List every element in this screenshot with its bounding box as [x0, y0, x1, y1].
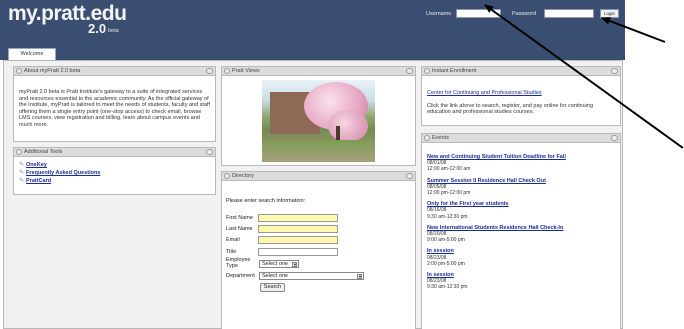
- collapse-icon[interactable]: [16, 149, 22, 155]
- collapse-icon[interactable]: [224, 68, 230, 74]
- event-item: New International Students Residence Hal…: [427, 225, 615, 244]
- event-item: In session 08/23/08 9:30 am-12:30 pm: [427, 272, 615, 291]
- about-portlet-title: About myPratt 2.0 beta: [24, 68, 81, 74]
- minimize-icon[interactable]: [406, 68, 413, 74]
- department-select[interactable]: Select one ▼: [259, 272, 364, 280]
- enrollment-portlet-titlebar: Instant Enrollment: [422, 67, 620, 76]
- campus-photo: [262, 80, 375, 162]
- department-value: Select one: [262, 273, 288, 279]
- directory-search-button[interactable]: Search: [260, 283, 285, 292]
- enrollment-portlet-title: Instant Enrollment: [432, 68, 477, 74]
- title-label: Title: [226, 249, 237, 255]
- ccps-link[interactable]: Center for Continuing and Professional S…: [427, 90, 542, 96]
- about-text: myPratt 2.0 beta is Pratt Institute's ga…: [19, 89, 210, 128]
- chevron-down-icon[interactable]: ▼: [292, 262, 297, 267]
- collapse-icon[interactable]: [424, 68, 430, 74]
- event-time: 9:00 am-5:00 pm: [427, 237, 465, 244]
- tool-link-prattcard[interactable]: PrattCard: [26, 178, 51, 184]
- tool-item: ✎ Frequently Asked Questions: [19, 169, 210, 177]
- tools-portlet-title: Additional Tools: [24, 149, 63, 155]
- pencil-icon: ✎: [19, 162, 25, 168]
- about-portlet: About myPratt 2.0 beta myPratt 2.0 beta …: [13, 66, 216, 142]
- password-input[interactable]: [544, 9, 594, 18]
- logo-beta-tag: beta: [108, 28, 119, 34]
- last-name-input[interactable]: [258, 225, 338, 233]
- employee-type-select[interactable]: Select one ▼: [259, 260, 299, 268]
- logo-version: 2.0: [88, 21, 107, 36]
- tab-welcome[interactable]: Welcome: [8, 48, 56, 60]
- event-item: New and Continuing Student Tuition Deadl…: [427, 154, 615, 173]
- pratt-views-portlet: Pratt Views: [221, 66, 416, 166]
- username-label: Username: [426, 11, 452, 17]
- minimize-icon[interactable]: [206, 68, 213, 74]
- tools-portlet-titlebar: Additional Tools: [14, 148, 215, 157]
- views-portlet-title: Pratt Views: [232, 68, 260, 74]
- event-time: 12:00 am-12:00 am: [427, 166, 471, 173]
- collapse-icon[interactable]: [224, 173, 230, 179]
- tool-item: ✎ OneKey: [19, 161, 210, 169]
- chevron-down-icon[interactable]: ▼: [357, 274, 362, 279]
- minimize-icon[interactable]: [611, 68, 618, 74]
- event-time: 9:30 am-12:30 pm: [427, 284, 468, 291]
- collapse-icon[interactable]: [16, 68, 22, 74]
- department-label: Department: [226, 273, 255, 279]
- minimize-icon[interactable]: [206, 149, 213, 155]
- tool-link-onekey[interactable]: OneKey: [26, 162, 47, 168]
- minimize-icon[interactable]: [611, 135, 618, 141]
- employee-type-label: Employee Type: [226, 257, 250, 269]
- events-portlet-title: Events: [432, 135, 449, 141]
- about-portlet-titlebar: About myPratt 2.0 beta: [14, 67, 215, 76]
- tool-link-faq[interactable]: Frequently Asked Questions: [26, 170, 100, 176]
- email-label: Email: [226, 237, 240, 243]
- site-logo[interactable]: my.pratt.edu: [8, 3, 127, 25]
- collapse-icon[interactable]: [424, 135, 430, 141]
- first-name-input[interactable]: [258, 214, 338, 222]
- first-name-label: First Name: [226, 215, 253, 221]
- last-name-label: Last Name: [226, 226, 253, 232]
- event-time: 2:00 pm-5:00 pm: [427, 260, 465, 267]
- tools-portlet: Additional Tools ✎ OneKey ✎ Frequently Ask…: [13, 147, 216, 195]
- events-portlet: Events New and Continuing Student Tuitio…: [421, 133, 621, 329]
- enrollment-portlet: Instant Enrollment Center for Continuing…: [421, 66, 621, 126]
- event-item: Only for the First year students 08/16/0…: [427, 201, 615, 220]
- username-input[interactable]: [456, 9, 501, 18]
- events-portlet-titlebar: Events: [422, 134, 620, 143]
- enrollment-text: Click the link above to search, register…: [427, 102, 594, 116]
- password-label: Password: [512, 11, 537, 17]
- login-button[interactable]: Login: [600, 9, 619, 18]
- pencil-icon: ✎: [19, 170, 25, 176]
- minimize-icon[interactable]: [406, 173, 413, 179]
- site-header: my.pratt.edu 2.0 beta Username Password …: [0, 0, 625, 60]
- event-time: 12:00 pm-12:00 pm: [427, 190, 471, 197]
- title-input[interactable]: [258, 248, 338, 256]
- directory-portlet: Directory Please enter search informatio…: [221, 171, 416, 329]
- directory-portlet-title: Directory: [232, 173, 255, 179]
- event-time: 9:30 am-12:30 pm: [427, 213, 468, 220]
- pencil-icon: ✎: [19, 178, 25, 184]
- views-portlet-titlebar: Pratt Views: [222, 67, 415, 76]
- directory-intro: Please enter search information:: [226, 198, 306, 204]
- directory-portlet-titlebar: Directory: [222, 172, 415, 181]
- event-item: In session 08/23/08 2:00 pm-5:00 pm: [427, 248, 615, 267]
- portal-content: About myPratt 2.0 beta myPratt 2.0 beta …: [3, 60, 623, 329]
- employee-type-value: Select one: [262, 261, 288, 267]
- tool-item: ✎ PrattCard: [19, 177, 210, 185]
- employee-type-label-line2: Type: [226, 263, 238, 269]
- event-item: Summer Session II Residence Hall Check O…: [427, 178, 615, 197]
- email-input[interactable]: [258, 236, 338, 244]
